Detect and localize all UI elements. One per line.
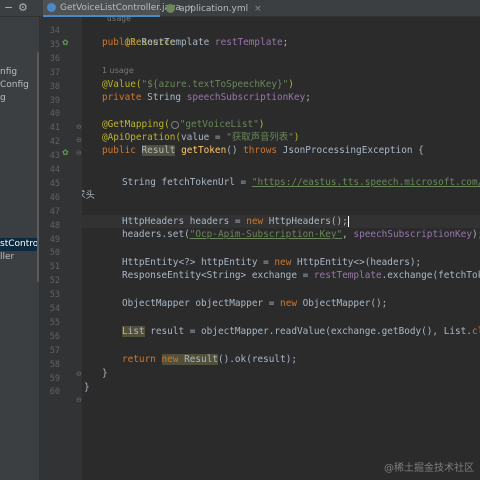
fold-icon[interactable]: ⊖ (76, 122, 82, 132)
code-line: } (84, 382, 90, 393)
watermark: @稀土掘金技术社区 (384, 463, 474, 474)
code-comment: // 创建自定义请求头 (82, 190, 95, 201)
gear-icon[interactable]: ⚙ (18, 1, 28, 15)
close-icon[interactable]: × (254, 4, 262, 14)
code-line: } (102, 368, 108, 379)
line-number: 34 (49, 26, 60, 36)
line-number: 58 (49, 359, 60, 370)
line-number: 47 (49, 206, 60, 217)
project-sidebar: nfig Config g stControlle ller (0, 17, 40, 480)
line-number: 53 (49, 290, 60, 301)
text-cursor (347, 216, 349, 227)
line-number: 50 (49, 248, 60, 259)
line-number: 48 (49, 220, 60, 231)
tab-getvoicelistcontroller[interactable]: GetVoiceListController.java × (43, 0, 194, 17)
fold-icon[interactable]: ⊖ (76, 148, 82, 158)
line-number: 51 (49, 262, 60, 273)
line-number: 49 (49, 234, 60, 245)
code-line: public RestTemplate restTemplate; (102, 37, 289, 48)
line-number: 55 (49, 317, 60, 328)
code-line: return new Result().ok(result); (122, 354, 298, 365)
minus-icon[interactable]: − (4, 1, 13, 15)
line-number: 36 (49, 53, 60, 64)
fold-icon[interactable]: ⊖ (76, 395, 82, 405)
code-line: @GetMapping("getVoiceList") (102, 119, 265, 130)
project-toolbar: − ⚙ (0, 0, 38, 17)
line-number: 59 (49, 373, 60, 384)
code-line: private String speechSubscriptionKey; (102, 92, 311, 103)
project-tree-item[interactable]: ller (0, 251, 14, 264)
code-editor[interactable]: "usage" @Resource public RestTemplate re… (82, 17, 480, 480)
globe-icon[interactable] (170, 120, 179, 129)
line-number: 52 (49, 276, 60, 287)
line-number: 41 (49, 123, 60, 134)
line-number: 44 (49, 165, 60, 175)
line-number: 35 (49, 39, 60, 50)
code-line: List result = objectMapper.readValue(exc… (122, 326, 480, 337)
tab-label: application.yml (179, 3, 249, 14)
project-tree-item[interactable]: nfig (0, 66, 17, 79)
code-line: String fetchTokenUrl = "https://eastus.t… (122, 177, 480, 188)
project-tree-item[interactable]: Config (0, 79, 29, 92)
line-number: 42 (49, 137, 60, 148)
code-line: @Value("${azure.textToSpeechKey}") (102, 79, 294, 90)
line-number: 43 (49, 151, 60, 162)
project-tree-item-selected[interactable]: stControlle (0, 238, 39, 251)
code-line: headers.set("Ocp-Apim-Subscription-Key",… (122, 229, 480, 240)
line-number-gutter: 34 35 36 37 38 39 40 41 42 43 44 45 46 47 48 49 50 51 52 53… (40, 17, 82, 480)
fold-icon[interactable]: ⊖ (76, 135, 82, 145)
code-line-current: HttpHeaders headers = new HttpHeaders(); (122, 216, 349, 227)
java-class-icon (47, 3, 56, 12)
line-number: 57 (49, 345, 60, 356)
line-number: 38 (49, 81, 60, 92)
code-line: ObjectMapper objectMapper = new ObjectMa… (122, 298, 388, 309)
line-number: 60 (49, 387, 60, 398)
yaml-file-icon (166, 4, 175, 13)
usage-hint[interactable]: 1 usage (102, 64, 134, 77)
code-line: HttpEntity<?> httpEntity = new HttpEntit… (122, 257, 422, 268)
line-number: 37 (49, 67, 60, 78)
line-number: 56 (49, 331, 60, 342)
project-tree-item[interactable]: g (0, 92, 6, 105)
editor-tab-bar: − ⚙ GetVoiceListController.java × applic… (0, 0, 480, 17)
line-number: 39 (49, 95, 60, 106)
code-line: ResponseEntity<String> exchange = restTe… (122, 270, 480, 281)
line-number: 54 (49, 304, 60, 314)
fold-icon[interactable]: ⊖ (76, 369, 82, 379)
endpoint-icon[interactable]: ✿ (62, 148, 69, 158)
code-line: @ApiOperation(value = "获取声音列表") (102, 132, 300, 143)
bean-icon[interactable]: ✿ (62, 38, 69, 48)
code-line: public Result getToken() throws JsonProc… (102, 145, 424, 156)
line-number: 45 (49, 178, 60, 189)
line-number: 46 (49, 192, 60, 203)
line-number: 40 (49, 109, 60, 120)
tab-application-yml[interactable]: application.yml × (162, 0, 262, 17)
